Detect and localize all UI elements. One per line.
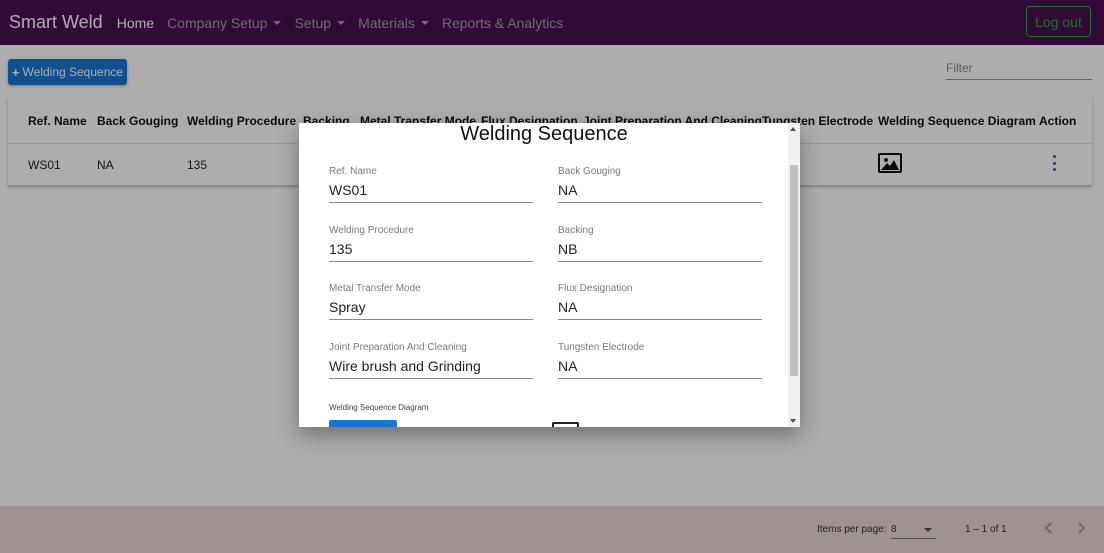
dialog-scrollbar[interactable]	[788, 123, 800, 427]
scrollbar-thumb[interactable]	[790, 165, 798, 376]
backing-label: Backing	[558, 225, 594, 236]
back-gouging-value[interactable]: NA	[558, 182, 762, 203]
scroll-up-icon[interactable]	[790, 127, 796, 131]
back-gouging-label: Back Gouging	[558, 166, 621, 177]
back-gouging-field[interactable]: Back Gouging NA	[558, 166, 762, 203]
ref-name-label: Ref. Name	[329, 166, 377, 177]
diagram-label: Welding Sequence Diagram	[329, 403, 429, 412]
ref-name-value[interactable]: WS01	[329, 182, 533, 203]
tungsten-electrode-value[interactable]: NA	[558, 358, 762, 379]
welding-sequence-dialog: Welding Sequence Ref. Name WS01 Back Gou…	[299, 123, 800, 427]
flux-designation-label: Flux Designation	[558, 283, 633, 294]
welding-procedure-field[interactable]: Welding Procedure 135	[329, 225, 533, 262]
scroll-down-icon[interactable]	[790, 419, 796, 423]
joint-preparation-label: Joint Preparation And Cleaning	[329, 342, 467, 353]
backing-value[interactable]: NB	[558, 241, 762, 262]
backing-field[interactable]: Backing NB	[558, 225, 762, 262]
metal-transfer-mode-field[interactable]: Metal Transfer Mode Spray	[329, 283, 533, 320]
image-icon	[552, 422, 579, 427]
welding-procedure-label: Welding Procedure	[329, 225, 414, 236]
flux-designation-field[interactable]: Flux Designation NA	[558, 283, 762, 320]
dialog-title: Welding Sequence	[460, 123, 628, 145]
tungsten-electrode-field[interactable]: Tungsten Electrode NA	[558, 342, 762, 379]
tungsten-electrode-label: Tungsten Electrode	[558, 342, 645, 353]
upload-diagram-button[interactable]	[329, 420, 397, 427]
ref-name-field[interactable]: Ref. Name WS01	[329, 166, 533, 203]
joint-preparation-value[interactable]: Wire brush and Grinding	[329, 358, 533, 379]
flux-designation-value[interactable]: NA	[558, 299, 762, 320]
metal-transfer-mode-value[interactable]: Spray	[329, 299, 533, 320]
metal-transfer-mode-label: Metal Transfer Mode	[329, 283, 421, 294]
welding-procedure-value[interactable]: 135	[329, 241, 533, 262]
joint-preparation-field[interactable]: Joint Preparation And Cleaning Wire brus…	[329, 342, 533, 379]
